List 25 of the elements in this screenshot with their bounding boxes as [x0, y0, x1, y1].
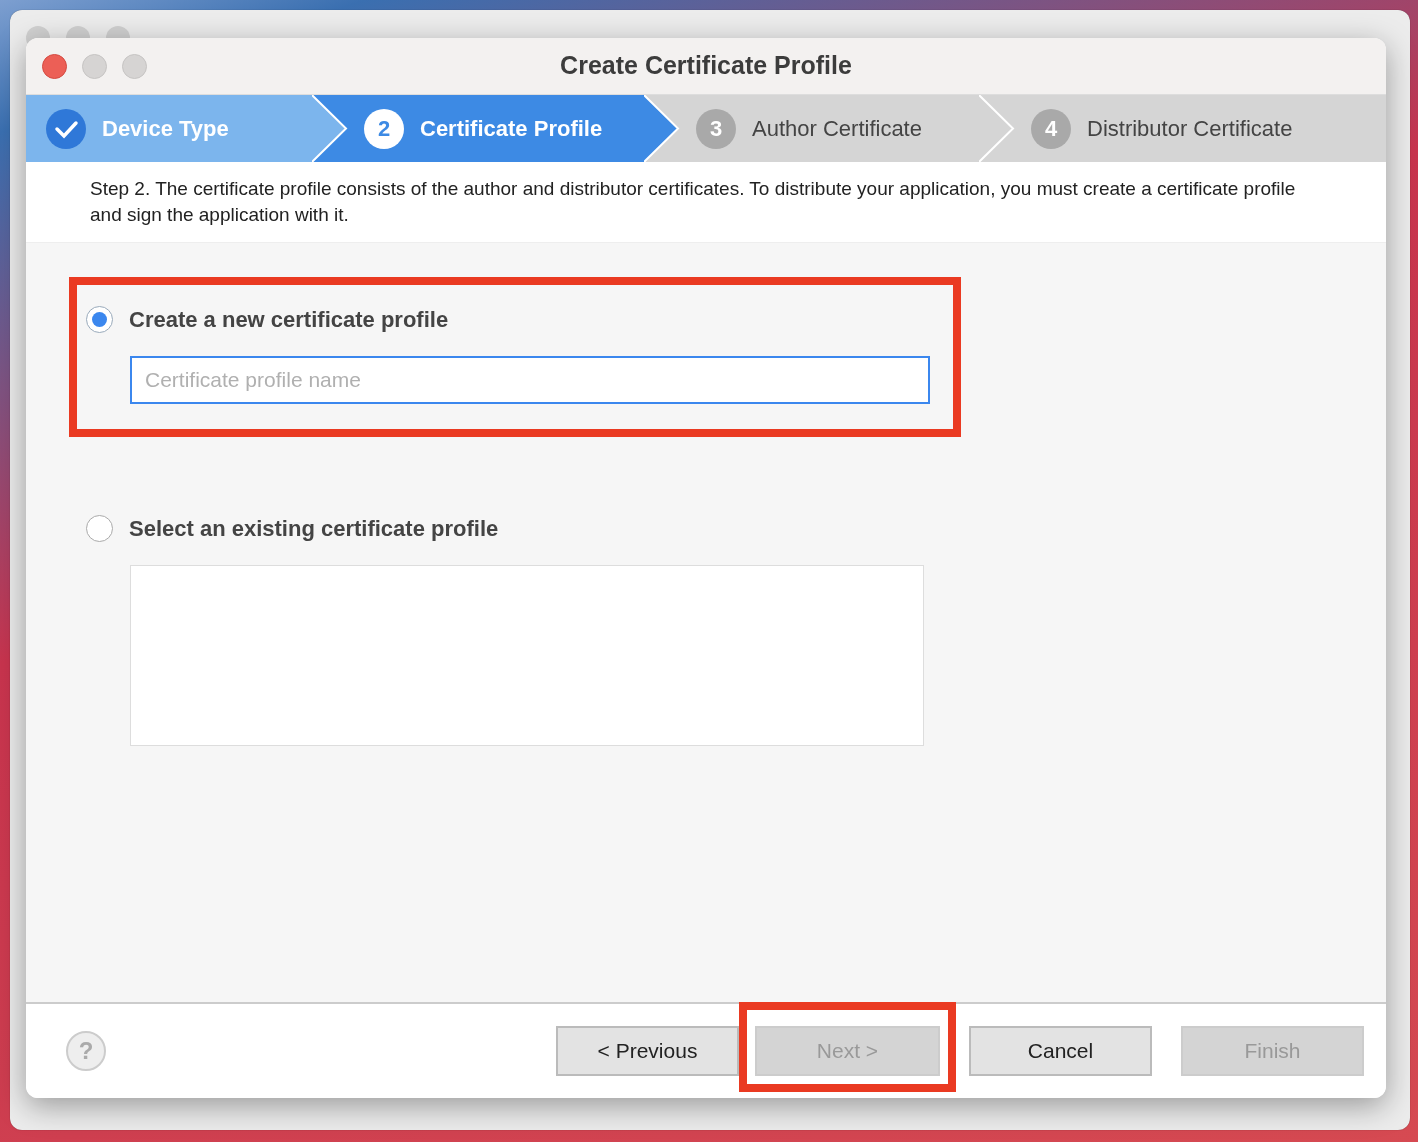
close-button[interactable] — [42, 54, 67, 79]
input-field[interactable]: Certificate profile name — [130, 356, 930, 404]
step-label: Device Type — [102, 115, 229, 143]
option-label: Create a new certificate profile — [129, 306, 449, 334]
help-button[interactable]: ? — [66, 1031, 106, 1071]
chevron-icon — [312, 95, 348, 162]
step-number: 2 — [364, 108, 404, 149]
radio-button[interactable] — [86, 306, 113, 333]
profile-list[interactable] — [130, 565, 924, 746]
chevron-icon — [979, 95, 1015, 162]
minimize-button[interactable] — [82, 54, 107, 79]
wizard-button[interactable]: Cancel — [969, 1026, 1152, 1076]
check-icon — [46, 108, 86, 149]
step-number: 3 — [696, 108, 736, 149]
step-label: Distributor Certificate — [1087, 115, 1293, 143]
zoom-button[interactable] — [122, 54, 147, 79]
radio-button[interactable] — [86, 515, 113, 542]
window-title: Create Certificate Profile — [560, 50, 852, 82]
step-label: Author Certificate — [752, 115, 922, 143]
chevron-icon — [644, 95, 680, 162]
step-number: 4 — [1031, 108, 1071, 149]
wizard-button[interactable]: < Previous — [556, 1026, 739, 1076]
step-label: Certificate Profile — [420, 115, 603, 143]
step-description: Step 2. The certificate profile consists of the author and distributor certificates. To distribute your application, you must create a certificate profile and sign the application with it. — [26, 162, 1386, 242]
option-label: Select an existing certificate profile — [129, 515, 499, 543]
